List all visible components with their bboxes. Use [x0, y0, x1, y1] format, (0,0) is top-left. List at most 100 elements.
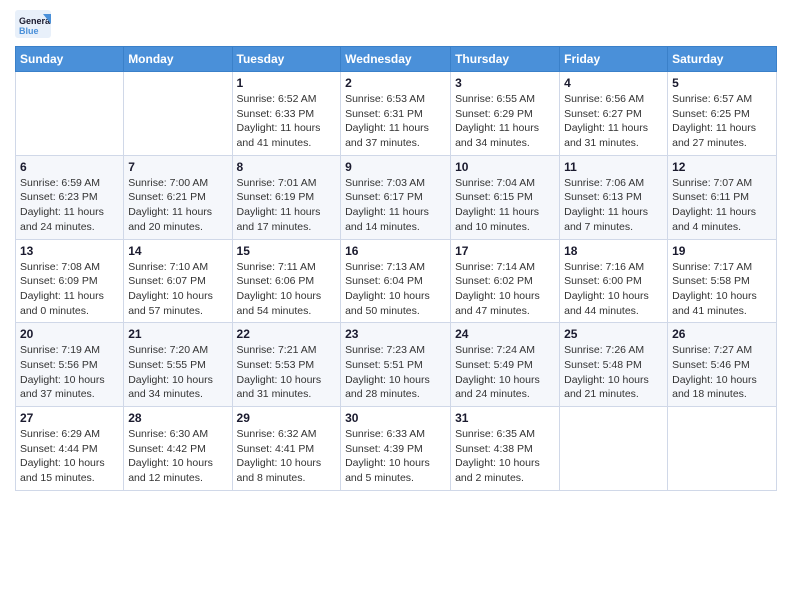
day-info: Sunrise: 7:21 AMSunset: 5:53 PMDaylight:…	[237, 343, 337, 402]
day-cell: 18 Sunrise: 7:16 AMSunset: 6:00 PMDayligh…	[560, 239, 668, 323]
day-info: Sunrise: 7:00 AMSunset: 6:21 PMDaylight:…	[128, 176, 227, 235]
day-number: 15	[237, 244, 337, 258]
day-cell: 12 Sunrise: 7:07 AMSunset: 6:11 PMDayligh…	[668, 155, 777, 239]
day-number: 26	[672, 327, 772, 341]
day-cell: 8Sunrise: 7:01 AMSunset: 6:19 PMDaylight…	[232, 155, 341, 239]
week-row-5: 27 Sunrise: 6:29 AMSunset: 4:44 PMDayligh…	[16, 407, 777, 491]
day-number: 12	[672, 160, 772, 174]
day-number: 28	[128, 411, 227, 425]
day-number: 19	[672, 244, 772, 258]
day-number: 16	[345, 244, 446, 258]
weekday-header-tuesday: Tuesday	[232, 47, 341, 72]
svg-text:Blue: Blue	[19, 26, 39, 36]
day-cell: 10 Sunrise: 7:04 AMSunset: 6:15 PMDayligh…	[451, 155, 560, 239]
day-info: Sunrise: 7:11 AMSunset: 6:06 PMDaylight:…	[237, 260, 337, 319]
weekday-header-friday: Friday	[560, 47, 668, 72]
day-cell: 16 Sunrise: 7:13 AMSunset: 6:04 PMDayligh…	[341, 239, 451, 323]
day-number: 24	[455, 327, 555, 341]
day-number: 1	[237, 76, 337, 90]
day-number: 17	[455, 244, 555, 258]
day-number: 29	[237, 411, 337, 425]
day-cell: 3 Sunrise: 6:55 AMSunset: 6:29 PMDaylight…	[451, 72, 560, 156]
day-info: Sunrise: 6:57 AMSunset: 6:25 PMDaylight:…	[672, 92, 772, 151]
day-cell: 7 Sunrise: 7:00 AMSunset: 6:21 PMDaylight…	[124, 155, 232, 239]
day-number: 9	[345, 160, 446, 174]
day-number: 7	[128, 160, 227, 174]
day-info: Sunrise: 7:24 AMSunset: 5:49 PMDaylight:…	[455, 343, 555, 402]
logo: General Blue	[15, 10, 55, 38]
day-number: 11	[564, 160, 663, 174]
day-info: Sunrise: 6:56 AMSunset: 6:27 PMDaylight:…	[564, 92, 663, 151]
day-info: Sunrise: 6:32 AMSunset: 4:41 PMDaylight:…	[237, 427, 337, 486]
day-info: Sunrise: 7:13 AMSunset: 6:04 PMDaylight:…	[345, 260, 446, 319]
day-info: Sunrise: 6:55 AMSunset: 6:29 PMDaylight:…	[455, 92, 555, 151]
day-number: 20	[20, 327, 119, 341]
week-row-1: 1 Sunrise: 6:52 AMSunset: 6:33 PMDaylight…	[16, 72, 777, 156]
day-number: 10	[455, 160, 555, 174]
day-number: 18	[564, 244, 663, 258]
day-info: Sunrise: 6:52 AMSunset: 6:33 PMDaylight:…	[237, 92, 337, 151]
day-info: Sunrise: 7:20 AMSunset: 5:55 PMDaylight:…	[128, 343, 227, 402]
day-info: Sunrise: 7:27 AMSunset: 5:46 PMDaylight:…	[672, 343, 772, 402]
header: General Blue	[15, 10, 777, 38]
day-cell: 14 Sunrise: 7:10 AMSunset: 6:07 PMDayligh…	[124, 239, 232, 323]
day-info: Sunrise: 7:06 AMSunset: 6:13 PMDaylight:…	[564, 176, 663, 235]
day-cell: 29 Sunrise: 6:32 AMSunset: 4:41 PMDayligh…	[232, 407, 341, 491]
day-cell: 2Sunrise: 6:53 AMSunset: 6:31 PMDaylight…	[341, 72, 451, 156]
day-cell: 21 Sunrise: 7:20 AMSunset: 5:55 PMDayligh…	[124, 323, 232, 407]
day-info: Sunrise: 7:26 AMSunset: 5:48 PMDaylight:…	[564, 343, 663, 402]
day-cell: 9Sunrise: 7:03 AMSunset: 6:17 PMDaylight…	[341, 155, 451, 239]
day-cell: 27 Sunrise: 6:29 AMSunset: 4:44 PMDayligh…	[16, 407, 124, 491]
weekday-header-thursday: Thursday	[451, 47, 560, 72]
day-cell: 23 Sunrise: 7:23 AMSunset: 5:51 PMDayligh…	[341, 323, 451, 407]
day-cell	[124, 72, 232, 156]
day-info: Sunrise: 6:29 AMSunset: 4:44 PMDaylight:…	[20, 427, 119, 486]
day-info: Sunrise: 7:19 AMSunset: 5:56 PMDaylight:…	[20, 343, 119, 402]
day-cell: 25 Sunrise: 7:26 AMSunset: 5:48 PMDayligh…	[560, 323, 668, 407]
day-info: Sunrise: 7:23 AMSunset: 5:51 PMDaylight:…	[345, 343, 446, 402]
day-cell: 6Sunrise: 6:59 AMSunset: 6:23 PMDaylight…	[16, 155, 124, 239]
day-cell	[560, 407, 668, 491]
day-cell: 19 Sunrise: 7:17 AMSunset: 5:58 PMDayligh…	[668, 239, 777, 323]
day-number: 25	[564, 327, 663, 341]
day-cell: 15 Sunrise: 7:11 AMSunset: 6:06 PMDayligh…	[232, 239, 341, 323]
day-number: 3	[455, 76, 555, 90]
weekday-header-sunday: Sunday	[16, 47, 124, 72]
day-number: 22	[237, 327, 337, 341]
weekday-header-saturday: Saturday	[668, 47, 777, 72]
day-info: Sunrise: 7:04 AMSunset: 6:15 PMDaylight:…	[455, 176, 555, 235]
day-cell	[668, 407, 777, 491]
day-cell: 28Sunrise: 6:30 AMSunset: 4:42 PMDayligh…	[124, 407, 232, 491]
day-cell: 5 Sunrise: 6:57 AMSunset: 6:25 PMDaylight…	[668, 72, 777, 156]
week-row-4: 20 Sunrise: 7:19 AMSunset: 5:56 PMDayligh…	[16, 323, 777, 407]
day-cell: 22 Sunrise: 7:21 AMSunset: 5:53 PMDayligh…	[232, 323, 341, 407]
day-info: Sunrise: 7:07 AMSunset: 6:11 PMDaylight:…	[672, 176, 772, 235]
page: General Blue SundayMondayTuesdayWednesda…	[0, 0, 792, 612]
day-number: 23	[345, 327, 446, 341]
day-number: 5	[672, 76, 772, 90]
day-number: 13	[20, 244, 119, 258]
day-cell: 24 Sunrise: 7:24 AMSunset: 5:49 PMDayligh…	[451, 323, 560, 407]
day-number: 8	[237, 160, 337, 174]
day-cell: 31Sunrise: 6:35 AMSunset: 4:38 PMDayligh…	[451, 407, 560, 491]
day-cell: 20 Sunrise: 7:19 AMSunset: 5:56 PMDayligh…	[16, 323, 124, 407]
day-number: 21	[128, 327, 227, 341]
day-info: Sunrise: 7:16 AMSunset: 6:00 PMDaylight:…	[564, 260, 663, 319]
day-number: 27	[20, 411, 119, 425]
day-cell: 30 Sunrise: 6:33 AMSunset: 4:39 PMDayligh…	[341, 407, 451, 491]
day-info: Sunrise: 6:33 AMSunset: 4:39 PMDaylight:…	[345, 427, 446, 486]
weekday-header-monday: Monday	[124, 47, 232, 72]
day-number: 30	[345, 411, 446, 425]
logo-icon: General Blue	[15, 10, 51, 38]
day-number: 2	[345, 76, 446, 90]
calendar-table: SundayMondayTuesdayWednesdayThursdayFrid…	[15, 46, 777, 491]
day-cell: 1 Sunrise: 6:52 AMSunset: 6:33 PMDaylight…	[232, 72, 341, 156]
day-number: 14	[128, 244, 227, 258]
day-number: 31	[455, 411, 555, 425]
day-info: Sunrise: 7:10 AMSunset: 6:07 PMDaylight:…	[128, 260, 227, 319]
day-cell: 13Sunrise: 7:08 AMSunset: 6:09 PMDayligh…	[16, 239, 124, 323]
day-info: Sunrise: 7:17 AMSunset: 5:58 PMDaylight:…	[672, 260, 772, 319]
day-cell: 17Sunrise: 7:14 AMSunset: 6:02 PMDayligh…	[451, 239, 560, 323]
day-cell	[16, 72, 124, 156]
day-info: Sunrise: 6:59 AMSunset: 6:23 PMDaylight:…	[20, 176, 119, 235]
